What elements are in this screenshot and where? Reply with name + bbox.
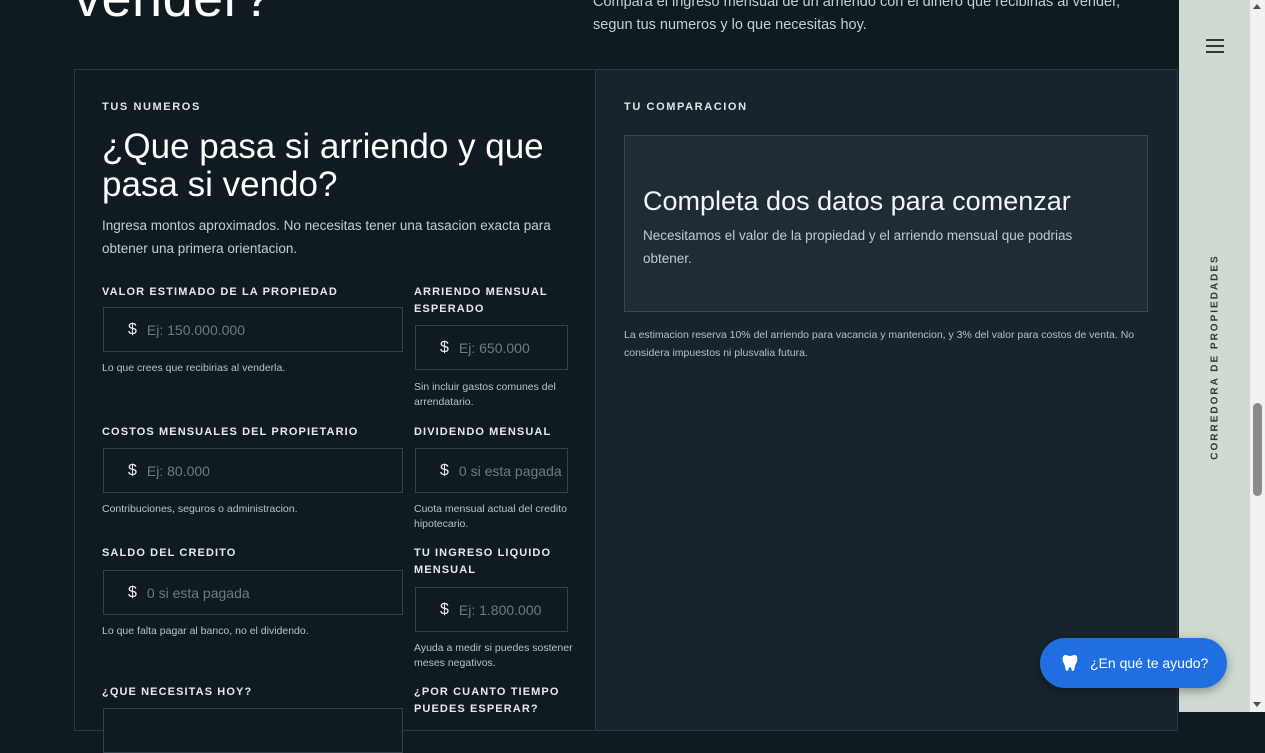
loan-balance-label: SALDO DEL CREDITO: [102, 547, 237, 559]
property-value-help: Lo que crees que recibirias al venderla.: [102, 362, 286, 374]
currency-symbol: $: [440, 461, 449, 479]
wait-time-label: ¿POR CUANTO TIEMPO PUEDES ESPERAR?: [414, 686, 560, 715]
monthly-rent-input-wrap: $: [415, 325, 568, 370]
monthly-rent-input[interactable]: [456, 338, 567, 357]
side-rail-title: CORREDORA DE PROPIEDADES: [1209, 254, 1221, 460]
empty-state-text: Necesitamos el valor de la propiedad y e…: [643, 228, 1073, 266]
form-intro: Ingresa montos aproximados. No necesitas…: [102, 218, 551, 256]
property-value-input[interactable]: [144, 320, 402, 339]
loan-balance-input[interactable]: [144, 583, 402, 602]
scroll-down-arrow-icon[interactable]: [1253, 702, 1261, 707]
currency-symbol: $: [128, 583, 137, 601]
comparison-eyebrow: TU COMPARACION: [624, 101, 748, 113]
hero-title: vender?: [74, 0, 273, 30]
current-need-label: ¿QUE NECESITAS HOY?: [102, 686, 253, 698]
chat-button[interactable]: ¿En qué te ayudo?: [1040, 638, 1227, 688]
form-panel: TUS NUMEROS ¿Que pasa si arriendo y que …: [75, 70, 596, 753]
currency-symbol: $: [128, 461, 137, 479]
mortgage-payment-label: DIVIDENDO MENSUAL: [414, 426, 552, 438]
comparison-empty-state: Completa dos datos para comenzar Necesit…: [624, 135, 1148, 312]
owner-costs-input-wrap: $: [103, 448, 403, 493]
property-value-input-wrap: $: [103, 307, 403, 352]
scrollbar-thumb[interactable]: [1253, 403, 1262, 496]
tooth-icon: [1062, 655, 1078, 671]
net-income-input-wrap: $: [415, 587, 568, 632]
net-income-help: Ayuda a medir si puedes sostener meses n…: [414, 642, 573, 669]
estimation-note: La estimacion reserva 10% del arriendo p…: [624, 329, 1135, 359]
owner-costs-help: Contribuciones, seguros o administracion…: [102, 503, 298, 515]
mortgage-payment-help: Cuota mensual actual del credito hipotec…: [414, 503, 567, 530]
current-need-select[interactable]: [103, 708, 403, 753]
loan-balance-help: Lo que falta pagar al banco, no el divid…: [102, 625, 309, 637]
monthly-rent-label: ARRIENDO MENSUAL ESPERADO: [414, 286, 548, 315]
mortgage-payment-input-wrap: $: [415, 448, 568, 493]
hero-subtitle: Compara el ingreso mensual de un arriend…: [593, 0, 1121, 33]
currency-symbol: $: [440, 600, 449, 618]
currency-symbol: $: [440, 338, 449, 356]
property-value-label: VALOR ESTIMADO DE LA PROPIEDAD: [102, 286, 338, 298]
form-eyebrow: TUS NUMEROS: [102, 101, 201, 113]
side-rail: CORREDORA DE PROPIEDADES: [1179, 0, 1250, 712]
currency-symbol: $: [128, 320, 137, 338]
net-income-input[interactable]: [456, 600, 567, 619]
mortgage-payment-input[interactable]: [456, 461, 567, 480]
calculator-card: TUS NUMEROS ¿Que pasa si arriendo y que …: [74, 69, 1178, 753]
empty-state-title: Completa dos datos para comenzar: [643, 186, 1071, 216]
monthly-rent-help: Sin incluir gastos comunes del arrendata…: [414, 381, 556, 408]
net-income-label: TU INGRESO LIQUIDO MENSUAL: [414, 547, 552, 576]
comparison-panel: TU COMPARACION Completa dos datos para c…: [596, 70, 1177, 730]
owner-costs-input[interactable]: [144, 461, 402, 480]
chat-label: ¿En qué te ayudo?: [1090, 655, 1209, 671]
scrollbar[interactable]: [1250, 0, 1265, 712]
form-title: ¿Que pasa si arriendo y que pasa si vend…: [102, 127, 544, 204]
hamburger-icon[interactable]: [1206, 39, 1224, 53]
owner-costs-label: COSTOS MENSUALES DEL PROPIETARIO: [102, 426, 359, 438]
loan-balance-input-wrap: $: [103, 570, 403, 615]
scroll-up-arrow-icon[interactable]: [1253, 4, 1261, 9]
